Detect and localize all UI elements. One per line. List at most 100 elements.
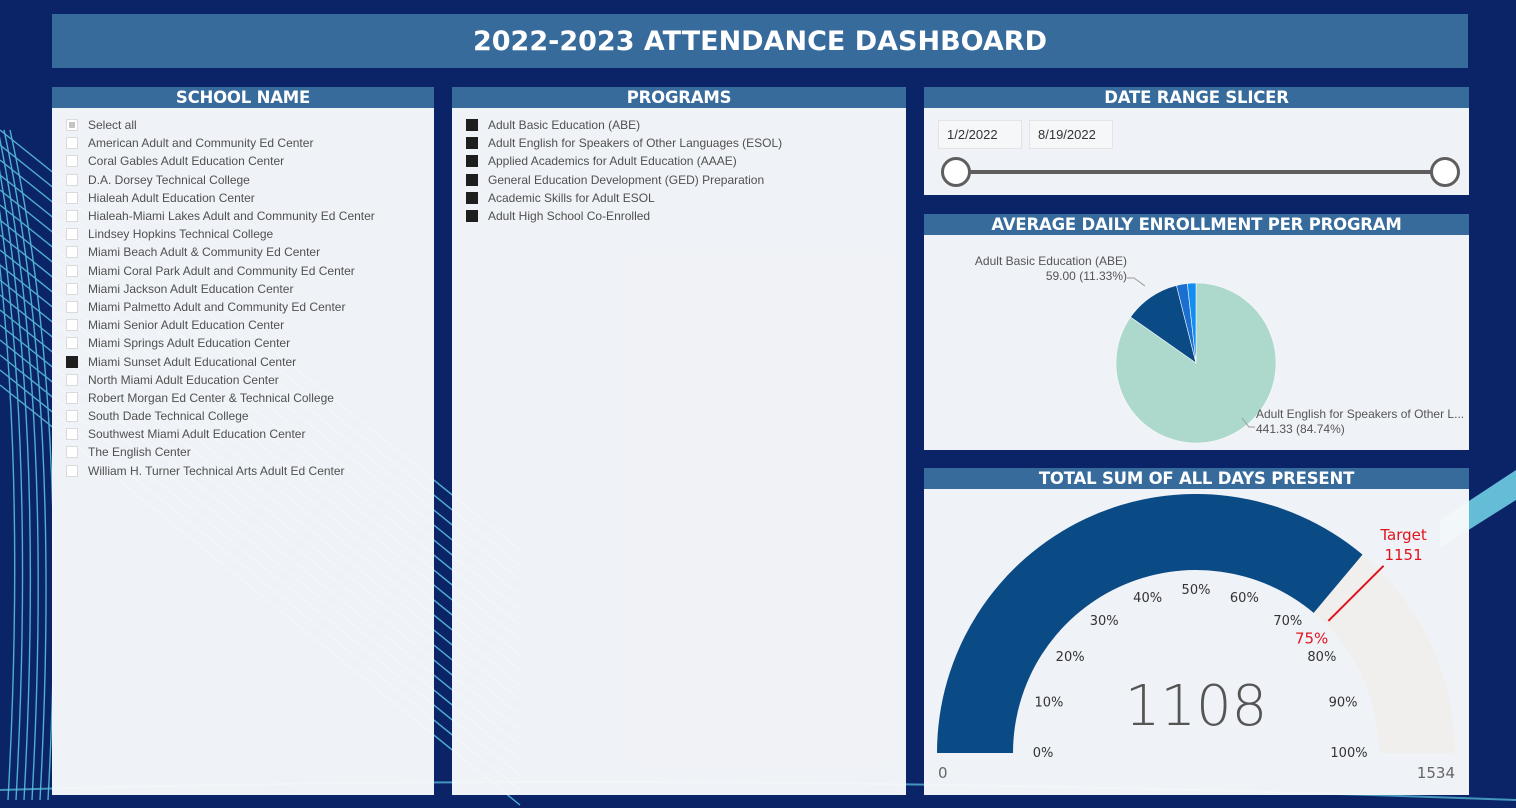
school-item[interactable]: Miami Springs Adult Education Center (66, 334, 434, 352)
school-item-label: William H. Turner Technical Arts Adult E… (88, 463, 345, 478)
programs-header: PROGRAMS (452, 87, 906, 108)
school-item[interactable]: Miami Sunset Adult Educational Center (66, 352, 434, 370)
school-item-label: Miami Senior Adult Education Center (88, 318, 285, 333)
school-item-label: Miami Sunset Adult Educational Center (88, 354, 297, 369)
school-item-label: Robert Morgan Ed Center & Technical Coll… (88, 390, 334, 405)
date-slider-track[interactable] (956, 170, 1445, 174)
school-item-label: Coral Gables Adult Education Center (88, 154, 285, 169)
checkbox[interactable] (66, 228, 78, 241)
abe-data-label: Adult Basic Education (ABE) 59.00 (11.33… (975, 254, 1127, 284)
program-item-label: Adult Basic Education (ABE) (488, 118, 641, 133)
school-list: Select all American Adult and Community E… (52, 108, 434, 480)
school-name-slicer: SCHOOL NAME Select all American Adult and… (52, 87, 434, 795)
gauge-tick-label: 20% (1056, 650, 1085, 665)
gauge-tick-label: 90% (1329, 696, 1358, 711)
school-item[interactable]: Hialeah-Miami Lakes Adult and Community … (66, 207, 434, 225)
school-name-header: SCHOOL NAME (52, 87, 434, 108)
school-item[interactable]: The English Center (66, 443, 434, 461)
checkbox[interactable] (466, 173, 478, 186)
school-item-label: Miami Beach Adult & Community Ed Center (88, 245, 321, 260)
checkbox[interactable] (66, 410, 78, 423)
checkbox[interactable] (66, 119, 78, 132)
gauge-tick-label: 10% (1035, 696, 1064, 711)
school-item-label: American Adult and Community Ed Center (88, 136, 314, 151)
checkbox[interactable] (66, 391, 78, 404)
school-item-label: Miami Palmetto Adult and Community Ed Ce… (88, 299, 346, 314)
checkbox[interactable] (66, 264, 78, 277)
average-daily-enrollment-panel: AVERAGE DAILY ENROLLMENT PER PROGRAM Adu… (924, 214, 1469, 450)
gauge-tick-label: 100% (1330, 746, 1367, 761)
date-range-header: DATE RANGE SLICER (924, 87, 1469, 108)
programs-slicer: PROGRAMS Adult Basic Education (ABE) Adul… (452, 87, 906, 795)
checkbox[interactable] (466, 119, 478, 132)
checkbox[interactable] (66, 300, 78, 313)
school-item[interactable]: Miami Beach Adult & Community Ed Center (66, 243, 434, 261)
end-date-input[interactable]: 8/19/2022 (1029, 120, 1113, 149)
gauge-tick-label: 30% (1090, 614, 1119, 629)
gauge-tick-label: 60% (1230, 591, 1259, 606)
program-item[interactable]: Applied Academics for Adult Education (A… (466, 152, 906, 170)
date-range-slicer: DATE RANGE SLICER 1/2/2022 8/19/2022 (924, 87, 1469, 195)
program-item[interactable]: Adult High School Co-Enrolled (466, 207, 906, 225)
checkbox[interactable] (466, 191, 478, 204)
checkbox[interactable] (66, 373, 78, 386)
gauge-target-value: 1151 (1384, 546, 1422, 564)
checkbox[interactable] (66, 246, 78, 259)
checkbox[interactable] (66, 446, 78, 459)
school-item[interactable]: Miami Jackson Adult Education Center (66, 280, 434, 298)
school-item[interactable]: Hialeah Adult Education Center (66, 189, 434, 207)
checkbox[interactable] (66, 319, 78, 332)
school-item[interactable]: Southwest Miami Adult Education Center (66, 425, 434, 443)
school-item[interactable]: William H. Turner Technical Arts Adult E… (66, 462, 434, 480)
school-item-label: Hialeah Adult Education Center (88, 190, 255, 205)
checkbox[interactable] (66, 337, 78, 350)
abe-label-name: Adult Basic Education (ABE) (974, 254, 1127, 268)
esol-label-value: 441.33 (84.74%) (1256, 422, 1345, 436)
checkbox[interactable] (66, 355, 78, 368)
checkbox[interactable] (66, 210, 78, 223)
date-slider-end-handle[interactable] (1430, 157, 1460, 187)
gauge-tick-label: 0% (1033, 746, 1054, 761)
checkbox[interactable] (66, 464, 78, 477)
checkbox[interactable] (66, 137, 78, 150)
checkbox[interactable] (66, 173, 78, 186)
checkbox[interactable] (66, 191, 78, 204)
school-item[interactable]: North Miami Adult Education Center (66, 371, 434, 389)
program-item[interactable]: Adult English for Speakers of Other Lang… (466, 134, 906, 152)
school-item[interactable]: D.A. Dorsey Technical College (66, 171, 434, 189)
checkbox[interactable] (466, 155, 478, 168)
school-item[interactable]: Robert Morgan Ed Center & Technical Coll… (66, 389, 434, 407)
school-item[interactable]: American Adult and Community Ed Center (66, 134, 434, 152)
gauge-min-label: 0 (938, 764, 948, 782)
school-item-label: North Miami Adult Education Center (88, 372, 279, 387)
dashboard-title: 2022-2023 ATTENDANCE DASHBOARD (472, 25, 1047, 57)
school-item-label: Miami Springs Adult Education Center (88, 336, 291, 351)
program-list: Adult Basic Education (ABE) Adult English… (452, 108, 906, 225)
gauge-tick-label: 50% (1182, 583, 1211, 598)
school-item[interactable]: Miami Senior Adult Education Center (66, 316, 434, 334)
checkbox[interactable] (466, 210, 478, 223)
program-item-label: Academic Skills for Adult ESOL (488, 190, 655, 205)
school-item[interactable]: Coral Gables Adult Education Center (66, 152, 434, 170)
program-item[interactable]: General Education Development (GED) Prep… (466, 171, 906, 189)
school-item-label: Miami Jackson Adult Education Center (88, 281, 294, 296)
school-item[interactable]: Select all (66, 116, 434, 134)
school-item-label: Lindsey Hopkins Technical College (88, 227, 274, 242)
program-item[interactable]: Academic Skills for Adult ESOL (466, 189, 906, 207)
checkbox[interactable] (66, 155, 78, 168)
school-item-label: Hialeah-Miami Lakes Adult and Community … (88, 209, 375, 224)
checkbox[interactable] (66, 282, 78, 295)
school-item[interactable]: Miami Palmetto Adult and Community Ed Ce… (66, 298, 434, 316)
program-item[interactable]: Adult Basic Education (ABE) (466, 116, 906, 134)
school-item-label: Miami Coral Park Adult and Community Ed … (88, 263, 355, 278)
school-item[interactable]: Miami Coral Park Adult and Community Ed … (66, 262, 434, 280)
gauge-tick-label: 80% (1307, 650, 1336, 665)
school-item[interactable]: Lindsey Hopkins Technical College (66, 225, 434, 243)
checkbox[interactable] (466, 137, 478, 150)
start-date-input[interactable]: 1/2/2022 (938, 120, 1022, 149)
date-slider-start-handle[interactable] (941, 157, 971, 187)
school-item[interactable]: South Dade Technical College (66, 407, 434, 425)
school-item-label: South Dade Technical College (88, 409, 249, 424)
gauge-chart: 0% 10% 20% 30% 40% 50% 60% 70% 80% 90% 100% Target… (937, 494, 1455, 782)
checkbox[interactable] (66, 428, 78, 441)
